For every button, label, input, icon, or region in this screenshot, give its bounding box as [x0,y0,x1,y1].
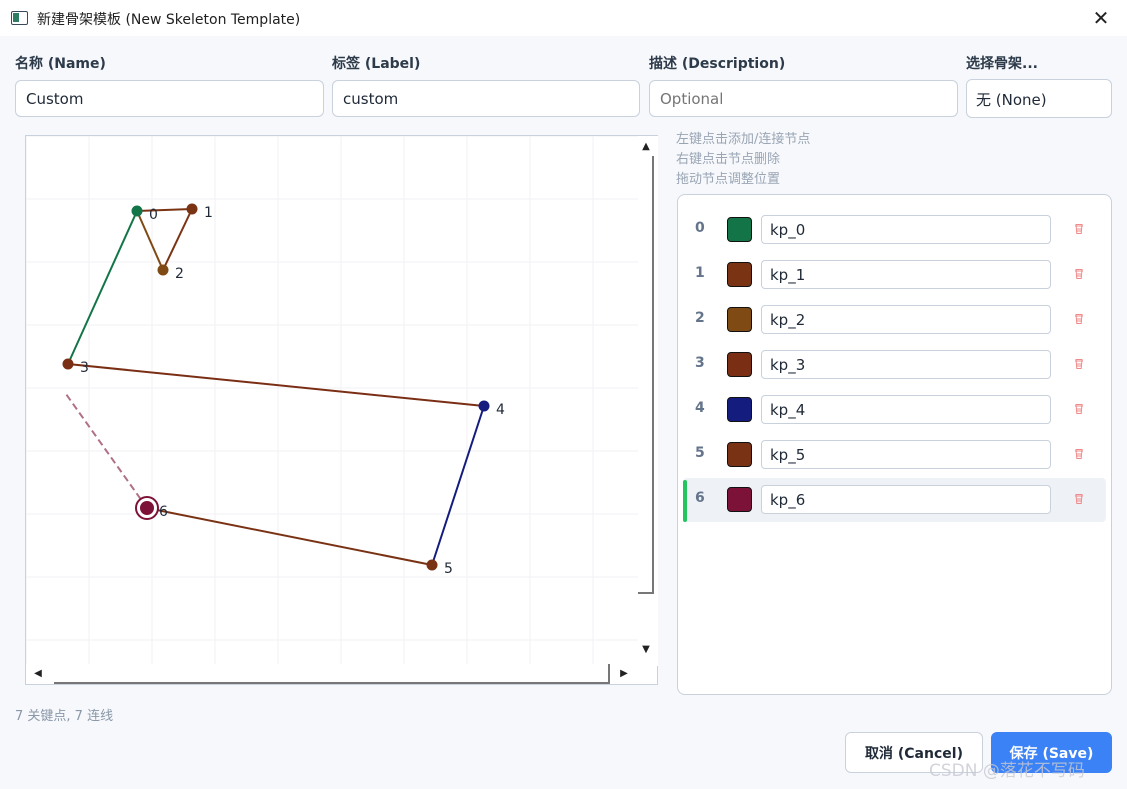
hint-delete: 右键点击节点删除 [676,152,781,167]
keypoint-color-swatch[interactable] [727,307,752,332]
keypoint-color-swatch[interactable] [727,262,752,287]
skeleton-edge[interactable] [67,210,138,365]
skeleton-node[interactable] [426,559,438,571]
skeleton-node[interactable] [140,501,154,515]
skeleton-node[interactable] [62,358,74,370]
node-label: 0 [149,207,158,223]
keypoint-row[interactable]: 4 [683,388,1106,432]
skeleton-edge[interactable] [431,405,485,566]
hint-drag: 拖动节点调整位置 [676,172,781,187]
keypoint-name-input[interactable] [761,260,1051,289]
keypoint-row[interactable]: 2 [683,298,1106,342]
trash-icon[interactable] [1071,491,1087,507]
vertical-scroll-thumb-end [638,592,654,594]
vertical-scrollbar[interactable]: ▲ ▼ [638,136,658,666]
trash-icon[interactable] [1071,221,1087,237]
scroll-right-icon[interactable]: ▶ [616,666,632,682]
keypoint-color-swatch[interactable] [727,217,752,242]
node-label: 6 [159,504,168,520]
keypoint-index: 4 [695,400,705,416]
skeleton-canvas-drawing[interactable]: 0 1 2 3 4 5 6 [26,136,638,664]
keypoint-index: 5 [695,445,705,461]
summary-text: 7 关键点, 7 连线 [15,709,114,724]
hint-add-connect: 左键点击添加/连接节点 [676,132,811,147]
keypoint-row[interactable]: 1 [683,253,1106,297]
name-label: 名称 (Name) [15,56,106,72]
window-title: 新建骨架模板 (New Skeleton Template) [37,12,301,28]
keypoint-color-swatch[interactable] [727,442,752,467]
canvas-grid [26,136,638,664]
trash-icon[interactable] [1071,266,1087,282]
keypoint-color-swatch[interactable] [727,487,752,512]
horizontal-scroll-thumb-end [608,664,610,682]
keypoint-color-swatch[interactable] [727,352,752,377]
skeleton-edge[interactable] [67,363,485,407]
trash-icon[interactable] [1071,446,1087,462]
node-label: 2 [175,266,184,282]
horizontal-scrollbar[interactable]: ◀ ▶ [26,664,638,684]
keypoint-row[interactable]: 5 [683,433,1106,477]
skeleton-node[interactable] [157,264,169,276]
watermark: CSDN @落花不写码 [929,761,1085,781]
keypoint-name-input[interactable] [761,485,1051,514]
label-label: 标签 (Label) [332,56,421,72]
name-input[interactable] [15,80,324,117]
horizontal-scroll-thumb[interactable] [54,682,610,684]
node-label: 4 [496,402,505,418]
skeleton-edge[interactable] [162,208,193,271]
scroll-left-icon[interactable]: ◀ [30,666,46,682]
description-label: 描述 (Description) [649,56,786,72]
scroll-up-icon[interactable]: ▲ [638,139,654,155]
close-icon[interactable]: ✕ [1089,6,1113,30]
trash-icon[interactable] [1071,356,1087,372]
skeleton-select-value: 无 (None) [976,91,1047,109]
node-label: 1 [204,205,213,221]
app-icon [11,11,28,25]
skeleton-edge[interactable] [136,208,193,212]
node-label: 5 [444,561,453,577]
skeleton-edge[interactable] [146,507,433,566]
vertical-scroll-thumb[interactable] [652,156,654,592]
node-label: 3 [80,360,89,376]
keypoint-name-input[interactable] [761,305,1051,334]
title-bar: 新建骨架模板 (New Skeleton Template) ✕ [0,0,1127,36]
label-input[interactable] [332,80,640,117]
keypoint-index: 6 [695,490,705,506]
keypoint-name-input[interactable] [761,215,1051,244]
skeleton-node[interactable] [186,203,198,215]
keypoint-name-input[interactable] [761,440,1051,469]
keypoint-name-input[interactable] [761,350,1051,379]
skeleton-node[interactable] [478,400,490,412]
skeleton-node[interactable] [131,205,143,217]
keypoint-list: 0 1 2 3 4 5 6 [677,194,1112,695]
keypoint-row[interactable]: 3 [683,343,1106,387]
description-input[interactable] [649,80,958,117]
keypoint-index: 1 [695,265,705,281]
keypoint-color-swatch[interactable] [727,397,752,422]
trash-icon[interactable] [1071,401,1087,417]
skeleton-canvas[interactable]: 0 1 2 3 4 5 6 ▲ ▼ ◀ ▶ [25,135,658,685]
canvas-nodes[interactable]: 0 1 2 3 4 5 6 [62,203,506,578]
keypoint-index: 0 [695,220,705,236]
keypoint-row[interactable]: 0 [683,208,1106,252]
scroll-down-icon[interactable]: ▼ [638,642,654,658]
keypoint-index: 3 [695,355,705,371]
keypoint-row[interactable]: 6 [683,478,1106,522]
skeleton-select[interactable]: 无 (None) [966,79,1112,118]
keypoint-index: 2 [695,310,705,326]
skeleton-select-label: 选择骨架... [966,56,1038,72]
keypoint-name-input[interactable] [761,395,1051,424]
trash-icon[interactable] [1071,311,1087,327]
